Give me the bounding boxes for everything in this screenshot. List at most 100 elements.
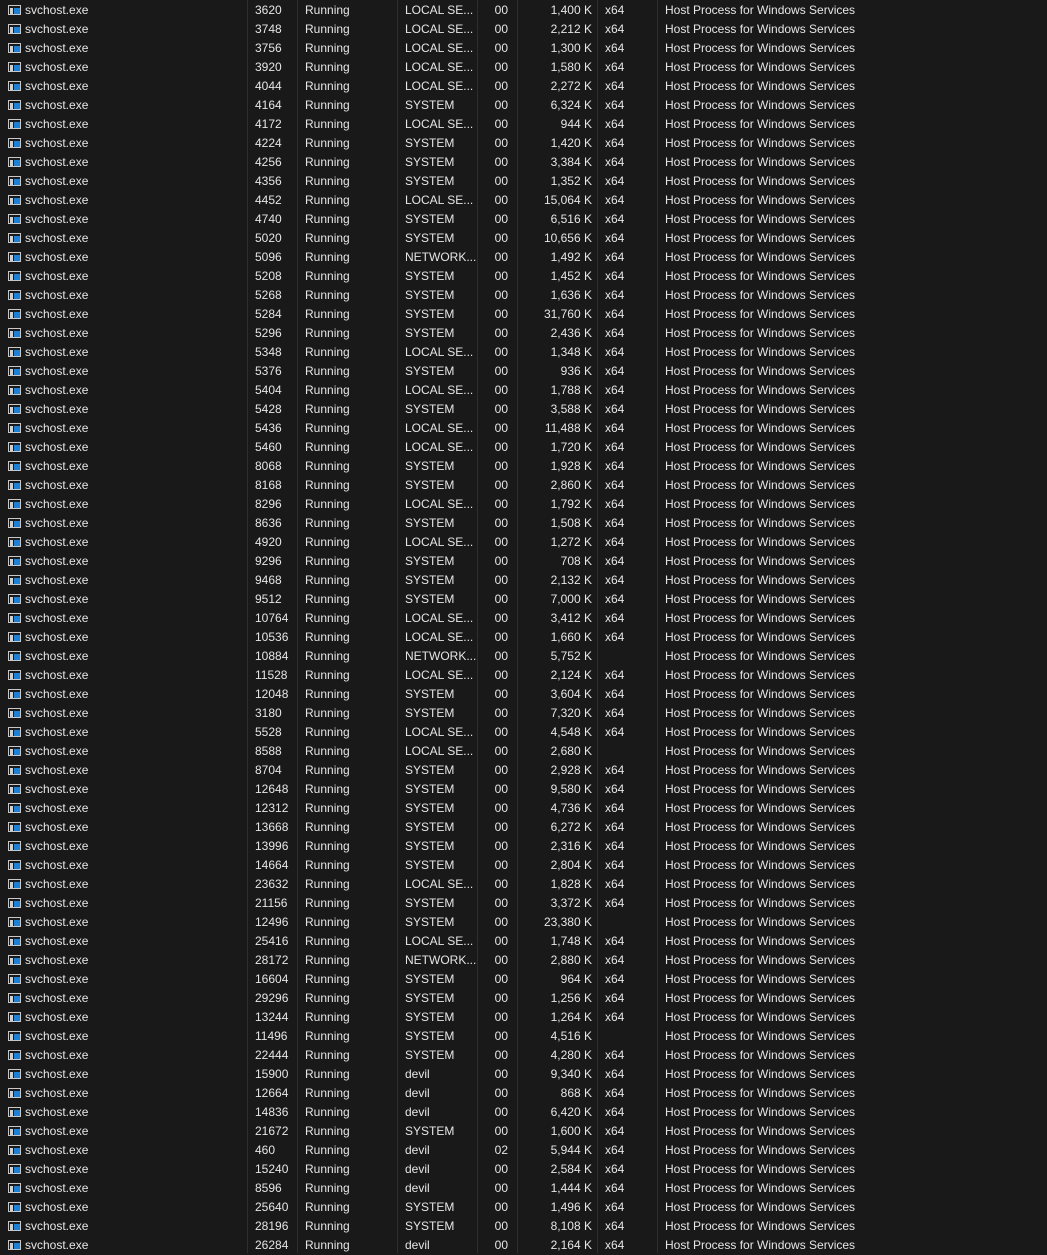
status-cell: Running <box>305 383 350 397</box>
table-row[interactable]: svchost.exe 14836 Running devil 00 6,420 K x64… <box>0 1103 1047 1122</box>
table-row[interactable]: svchost.exe 9296 Running SYSTEM 00 708 K x64 Ho… <box>0 552 1047 571</box>
service-host-window-icon <box>8 841 21 851</box>
table-row[interactable]: svchost.exe 12496 Running SYSTEM 00 23,380 K H… <box>0 913 1047 932</box>
table-row[interactable]: svchost.exe 4452 Running LOCAL SE... 00 15,06… <box>0 191 1047 210</box>
table-row[interactable]: svchost.exe 9468 Running SYSTEM 00 2,132 K x64… <box>0 571 1047 590</box>
memory-cell: 944 K <box>560 117 592 131</box>
pid-cell: 4740 <box>255 212 282 226</box>
table-row[interactable]: svchost.exe 4044 Running LOCAL SE... 00 2,272… <box>0 77 1047 96</box>
table-row[interactable]: svchost.exe 14664 Running SYSTEM 00 2,804 K x6… <box>0 856 1047 875</box>
table-row[interactable]: svchost.exe 5208 Running SYSTEM 00 1,452 K x64… <box>0 267 1047 286</box>
table-row[interactable]: svchost.exe 3756 Running LOCAL SE... 00 1,300… <box>0 39 1047 58</box>
table-row[interactable]: svchost.exe 8636 Running SYSTEM 00 1,508 K x64… <box>0 514 1047 533</box>
table-row[interactable]: svchost.exe 28196 Running SYSTEM 00 8,108 K x6… <box>0 1217 1047 1236</box>
table-row[interactable]: svchost.exe 3748 Running LOCAL SE... 00 2,212… <box>0 20 1047 39</box>
table-row[interactable]: svchost.exe 4356 Running SYSTEM 00 1,352 K x64… <box>0 172 1047 191</box>
table-row[interactable]: svchost.exe 23632 Running LOCAL SE... 00 1,82… <box>0 875 1047 894</box>
table-row[interactable]: svchost.exe 5460 Running LOCAL SE... 00 1,720… <box>0 438 1047 457</box>
architecture-cell: x64 <box>605 1048 625 1062</box>
table-row[interactable]: svchost.exe 5404 Running LOCAL SE... 00 1,788… <box>0 381 1047 400</box>
table-row[interactable]: svchost.exe 11496 Running SYSTEM 00 4,516 K Ho… <box>0 1027 1047 1046</box>
table-row[interactable]: svchost.exe 460 Running devil 02 5,944 K x64 Ho… <box>0 1141 1047 1160</box>
table-row[interactable]: svchost.exe 10884 Running NETWORK... 00 5,752… <box>0 647 1047 666</box>
pid-cell: 9468 <box>255 573 282 587</box>
architecture-cell: x64 <box>605 22 625 36</box>
table-row[interactable]: svchost.exe 4920 Running LOCAL SE... 00 1,272… <box>0 533 1047 552</box>
table-row[interactable]: svchost.exe 29296 Running SYSTEM 00 1,256 K x6… <box>0 989 1047 1008</box>
table-row[interactable]: svchost.exe 21672 Running SYSTEM 00 1,600 K x6… <box>0 1122 1047 1141</box>
pid-cell: 8636 <box>255 516 282 530</box>
pid-cell: 3920 <box>255 60 282 74</box>
table-row[interactable]: svchost.exe 11528 Running LOCAL SE... 00 2,12… <box>0 666 1047 685</box>
description-cell: Host Process for Windows Services <box>665 79 856 93</box>
table-row[interactable]: svchost.exe 13668 Running SYSTEM 00 6,272 K x6… <box>0 818 1047 837</box>
table-row[interactable]: svchost.exe 12312 Running SYSTEM 00 4,736 K x6… <box>0 799 1047 818</box>
table-row[interactable]: svchost.exe 8588 Running LOCAL SE... 00 2,680… <box>0 742 1047 761</box>
architecture-cell: x64 <box>605 1067 625 1081</box>
process-name-cell: svchost.exe <box>25 668 89 682</box>
table-row[interactable]: svchost.exe 21156 Running SYSTEM 00 3,372 K x6… <box>0 894 1047 913</box>
table-row[interactable]: svchost.exe 13996 Running SYSTEM 00 2,316 K x6… <box>0 837 1047 856</box>
table-row[interactable]: svchost.exe 5020 Running SYSTEM 00 10,656 K x6… <box>0 229 1047 248</box>
memory-cell: 9,580 K <box>550 782 592 796</box>
table-row[interactable]: svchost.exe 15900 Running devil 00 9,340 K x64… <box>0 1065 1047 1084</box>
pid-cell: 4044 <box>255 79 282 93</box>
table-row[interactable]: svchost.exe 12664 Running devil 00 868 K x64 Ho… <box>0 1084 1047 1103</box>
table-row[interactable]: svchost.exe 22444 Running SYSTEM 00 4,280 K x6… <box>0 1046 1047 1065</box>
cpu-cell: 00 <box>494 345 508 359</box>
table-row[interactable]: svchost.exe 9512 Running SYSTEM 00 7,000 K x64… <box>0 590 1047 609</box>
status-cell: Running <box>305 60 350 74</box>
table-row[interactable]: svchost.exe 5428 Running SYSTEM 00 3,588 K x64… <box>0 400 1047 419</box>
status-cell: Running <box>305 1086 350 1100</box>
table-row[interactable]: svchost.exe 5284 Running SYSTEM 00 31,760 K x6… <box>0 305 1047 324</box>
process-name-cell: svchost.exe <box>25 687 89 701</box>
user-name-cell: devil <box>405 1238 430 1252</box>
table-row[interactable]: svchost.exe 10764 Running LOCAL SE... 00 3,41… <box>0 609 1047 628</box>
user-name-cell: SYSTEM <box>405 516 455 530</box>
table-row[interactable]: svchost.exe 3920 Running LOCAL SE... 00 1,580… <box>0 58 1047 77</box>
table-row[interactable]: svchost.exe 5376 Running SYSTEM 00 936 K x64 Ho… <box>0 362 1047 381</box>
service-host-window-icon <box>8 765 21 775</box>
table-row[interactable]: svchost.exe 5436 Running LOCAL SE... 00 11,48… <box>0 419 1047 438</box>
cpu-cell: 00 <box>494 630 508 644</box>
table-row[interactable]: svchost.exe 5348 Running LOCAL SE... 00 1,348… <box>0 343 1047 362</box>
table-row[interactable]: svchost.exe 3620 Running LOCAL SE... 00 1,400… <box>0 1 1047 20</box>
table-row[interactable]: svchost.exe 28172 Running NETWORK... 00 2,880… <box>0 951 1047 970</box>
table-row[interactable]: svchost.exe 15240 Running devil 00 2,584 K x64… <box>0 1160 1047 1179</box>
table-row[interactable]: svchost.exe 4740 Running SYSTEM 00 6,516 K x64… <box>0 210 1047 229</box>
table-row[interactable]: svchost.exe 12048 Running SYSTEM 00 3,604 K x6… <box>0 685 1047 704</box>
table-row[interactable]: svchost.exe 8704 Running SYSTEM 00 2,928 K x64… <box>0 761 1047 780</box>
table-row[interactable]: svchost.exe 4224 Running SYSTEM 00 1,420 K x64… <box>0 134 1047 153</box>
description-cell: Host Process for Windows Services <box>665 250 856 264</box>
table-row[interactable]: svchost.exe 16604 Running SYSTEM 00 964 K x64 H… <box>0 970 1047 989</box>
table-row[interactable]: svchost.exe 4164 Running SYSTEM 00 6,324 K x64… <box>0 96 1047 115</box>
table-row[interactable]: svchost.exe 5528 Running LOCAL SE... 00 4,548… <box>0 723 1047 742</box>
table-row[interactable]: svchost.exe 3180 Running SYSTEM 00 7,320 K x64… <box>0 704 1047 723</box>
table-row[interactable]: svchost.exe 8168 Running SYSTEM 00 2,860 K x64… <box>0 476 1047 495</box>
user-name-cell: LOCAL SE... <box>405 60 474 74</box>
user-name-cell: SYSTEM <box>405 326 455 340</box>
table-row[interactable]: svchost.exe 10536 Running LOCAL SE... 00 1,66… <box>0 628 1047 647</box>
table-row[interactable]: svchost.exe 4256 Running SYSTEM 00 3,384 K x64… <box>0 153 1047 172</box>
process-name-cell: svchost.exe <box>25 478 89 492</box>
table-row[interactable]: svchost.exe 5268 Running SYSTEM 00 1,636 K x64… <box>0 286 1047 305</box>
table-row[interactable]: svchost.exe 8068 Running SYSTEM 00 1,928 K x64… <box>0 457 1047 476</box>
table-row[interactable]: svchost.exe 5296 Running SYSTEM 00 2,436 K x64… <box>0 324 1047 343</box>
table-row[interactable]: svchost.exe 5096 Running NETWORK... 00 1,492 … <box>0 248 1047 267</box>
status-cell: Running <box>305 1162 350 1176</box>
description-cell: Host Process for Windows Services <box>665 1238 856 1252</box>
table-row[interactable]: svchost.exe 12648 Running SYSTEM 00 9,580 K x6… <box>0 780 1047 799</box>
table-row[interactable]: svchost.exe 25640 Running SYSTEM 00 1,496 K x6… <box>0 1198 1047 1217</box>
table-row[interactable]: svchost.exe 25416 Running LOCAL SE... 00 1,74… <box>0 932 1047 951</box>
table-row[interactable]: svchost.exe 13244 Running SYSTEM 00 1,264 K x6… <box>0 1008 1047 1027</box>
table-row[interactable]: svchost.exe 26284 Running devil 00 2,164 K x64… <box>0 1236 1047 1255</box>
table-row[interactable]: svchost.exe 8296 Running LOCAL SE... 00 1,792… <box>0 495 1047 514</box>
architecture-cell: x64 <box>605 934 625 948</box>
memory-cell: 9,340 K <box>550 1067 592 1081</box>
cpu-cell: 00 <box>494 478 508 492</box>
pid-cell: 4356 <box>255 174 282 188</box>
process-name-cell: svchost.exe <box>25 155 89 169</box>
table-row[interactable]: svchost.exe 4172 Running LOCAL SE... 00 944 K… <box>0 115 1047 134</box>
table-row[interactable]: svchost.exe 8596 Running devil 00 1,444 K x64 H… <box>0 1179 1047 1198</box>
pid-cell: 4452 <box>255 193 282 207</box>
